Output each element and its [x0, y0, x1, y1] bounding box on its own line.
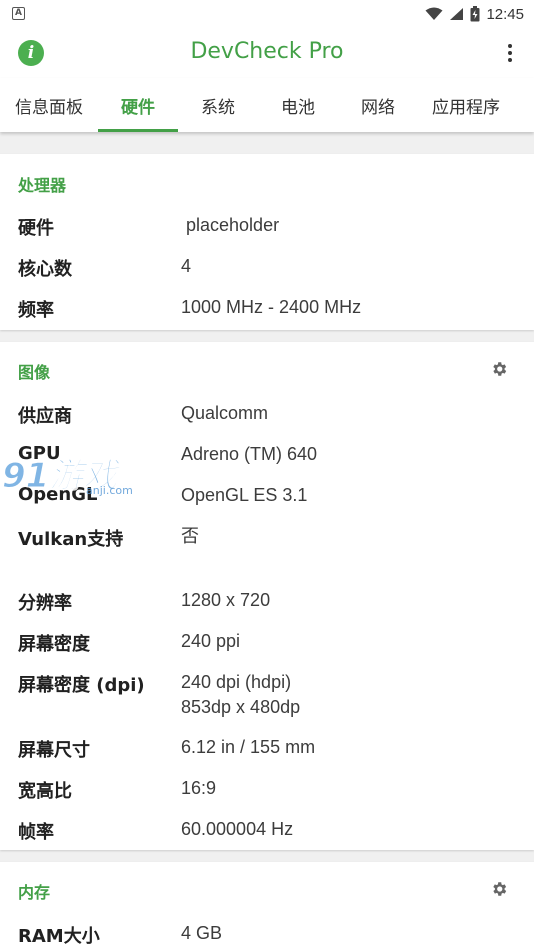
row-value: placeholder	[181, 215, 280, 235]
graphics-card: 图像 供应商 Qualcomm GPU Adreno (TM) 640 Open…	[0, 342, 534, 850]
notification-icon: A	[12, 7, 25, 20]
row-value: Qualcomm	[181, 403, 269, 423]
graphics-title: 图像	[18, 363, 51, 382]
row-value: Adreno (TM) 640	[181, 444, 318, 464]
battery-icon	[470, 6, 480, 22]
row-label: 供应商	[18, 406, 72, 427]
row-value: 60.000004 Hz	[181, 819, 294, 839]
row-value: 4 GB	[181, 923, 223, 943]
more-vert-icon[interactable]	[498, 38, 522, 68]
gear-icon[interactable]	[490, 880, 508, 898]
status-icons: 12:45	[425, 4, 524, 24]
content-scroll[interactable]: 处理器 硬件 placeholder 核心数 4 频率 1000 MHz - 2…	[0, 132, 534, 950]
row-label: 分辨率	[18, 593, 72, 614]
row-label: GPU	[18, 443, 61, 464]
processor-title: 处理器	[18, 176, 67, 195]
row-value-secondary: 853dp x 480dp	[181, 697, 301, 717]
row-label: 屏幕尺寸	[18, 740, 90, 761]
processor-card: 处理器 硬件 placeholder 核心数 4 频率 1000 MHz - 2…	[0, 154, 534, 330]
row-label: 核心数	[18, 259, 72, 280]
tab-network[interactable]: 网络	[338, 78, 418, 132]
tab-bar: 信息面板 硬件 系统 电池 网络 应用程序	[0, 78, 534, 132]
row-label: 硬件	[18, 218, 54, 239]
signal-icon	[450, 8, 464, 20]
row-value: 240 ppi	[181, 631, 241, 651]
row-value: 1280 x 720	[181, 590, 271, 610]
row-value: OpenGL ES 3.1	[181, 485, 308, 505]
clock: 12:45	[486, 5, 524, 23]
row-label: 屏幕密度	[18, 634, 90, 655]
gear-icon[interactable]	[490, 360, 508, 378]
row-label: RAM大小	[18, 926, 100, 947]
tab-system[interactable]: 系统	[178, 78, 258, 132]
row-value: 否	[181, 526, 199, 546]
tab-apps[interactable]: 应用程序	[418, 78, 514, 132]
app-bar: i DevCheck Pro	[0, 28, 534, 78]
memory-card: 内存 RAM大小 4 GB	[0, 862, 534, 950]
row-label: 屏幕密度 (dpi)	[18, 675, 145, 696]
row-value: 240 dpi (hdpi)	[181, 672, 292, 692]
app-title: DevCheck Pro	[190, 39, 344, 64]
tab-dashboard[interactable]: 信息面板	[0, 78, 98, 132]
tab-hardware[interactable]: 硬件	[98, 78, 178, 132]
row-value: 4	[181, 256, 192, 276]
row-value: 6.12 in / 155 mm	[181, 737, 316, 757]
row-label: 宽高比	[18, 781, 72, 802]
row-value: 1000 MHz - 2400 MHz	[181, 297, 362, 317]
row-value: 16:9	[181, 778, 217, 798]
wifi-icon	[425, 7, 443, 20]
memory-title: 内存	[18, 883, 51, 902]
tab-battery[interactable]: 电池	[258, 78, 338, 132]
row-label: 频率	[18, 300, 54, 321]
status-bar: A 12:45	[0, 0, 534, 28]
row-label: OpenGL	[18, 484, 98, 505]
row-label: 帧率	[18, 822, 54, 843]
row-label: Vulkan支持	[18, 529, 124, 550]
